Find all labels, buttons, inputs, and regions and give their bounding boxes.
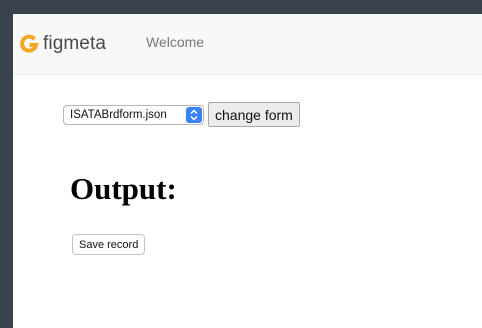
change-form-button[interactable]: change form <box>208 102 300 127</box>
output-heading: Output: <box>70 171 177 206</box>
nav-link-welcome[interactable]: Welcome <box>146 34 204 50</box>
figmeta-logo-icon <box>19 34 39 54</box>
save-record-button[interactable]: Save record <box>72 234 146 255</box>
form-controls: ISATABrdform.json change form <box>63 102 300 127</box>
form-select-value: ISATABrdform.json <box>70 108 167 121</box>
brand-name: figmeta <box>43 33 107 54</box>
form-select[interactable]: ISATABrdform.json <box>63 104 204 125</box>
brand[interactable]: figmeta <box>19 32 106 56</box>
app-window: figmeta Welcome ISATABrdform.json change… <box>13 14 482 328</box>
navbar: figmeta Welcome <box>13 14 482 75</box>
select-arrows-icon <box>186 106 202 123</box>
